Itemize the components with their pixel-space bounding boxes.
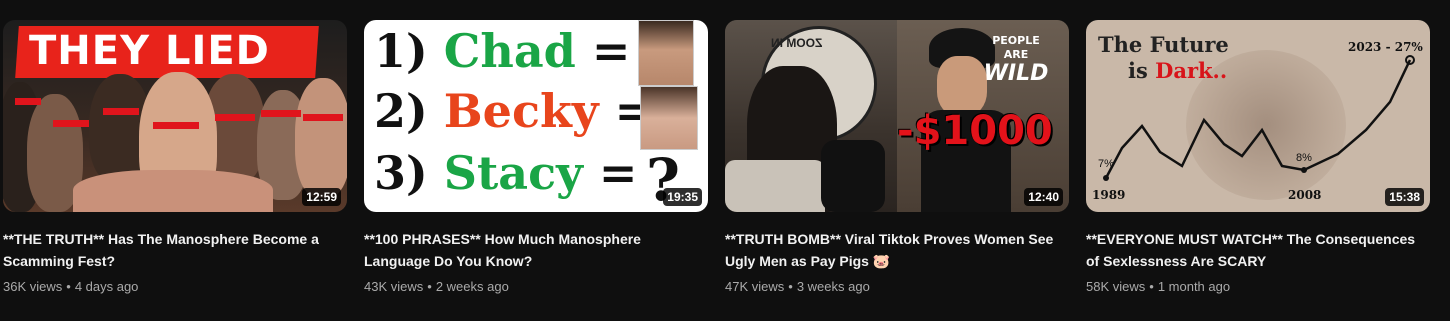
portrait-image — [638, 20, 694, 86]
thumbnail-person-face — [937, 56, 987, 116]
censor-bar — [153, 122, 199, 129]
line-word: Chad — [443, 24, 576, 78]
video-thumbnail[interactable]: 1) Chad = 2) Becky = 3) Stacy = ? 19:35 — [364, 20, 708, 212]
line-word: Stacy — [443, 146, 583, 200]
trend-line — [1104, 59, 1412, 179]
line-number: 1) — [374, 24, 428, 78]
bag — [821, 140, 885, 212]
line-word: Becky — [443, 84, 599, 138]
video-title[interactable]: **100 PHRASES** How Much Manosphere Lang… — [364, 228, 694, 272]
mid-year-label: 2008 — [1288, 188, 1322, 202]
video-thumbnail[interactable]: The Future is Dark.. 7% 1989 8% 2008 202… — [1086, 20, 1430, 212]
line-equals: = — [598, 146, 638, 200]
video-grid: THEY LIED 12:59 **THE TRUTH** Has The Ma… — [3, 20, 1450, 321]
video-card[interactable]: ZOOM IN PEOPLE ARE WILD -$1000 12:40 **T… — [725, 20, 1069, 296]
line-number: 3) — [374, 146, 428, 200]
upload-age: 2 weeks ago — [435, 279, 509, 294]
meta-separator: • — [66, 279, 71, 294]
censor-bar — [53, 120, 89, 127]
line-number: 2) — [374, 84, 428, 138]
duration-badge: 19:35 — [663, 188, 702, 206]
meta-separator: • — [427, 279, 432, 294]
censor-bar — [261, 110, 301, 117]
thumbnail-headline: THEY LIED — [29, 28, 270, 74]
view-count: 43K views — [364, 279, 424, 294]
view-count: 36K views — [3, 279, 63, 294]
badge-line-1: PEOPLE ARE — [992, 34, 1040, 61]
meta-separator: • — [1149, 279, 1154, 294]
view-count: 58K views — [1086, 279, 1146, 294]
start-percent-label: 7% — [1098, 158, 1114, 170]
thumbnail-line-3: 3) Stacy = — [374, 148, 637, 198]
couch — [725, 160, 825, 212]
mid-point — [1301, 167, 1307, 173]
thumbnail-line-1: 1) Chad = — [374, 26, 630, 76]
people-are-wild-badge: PEOPLE ARE WILD — [981, 34, 1051, 86]
thumbnail-person-body — [73, 170, 273, 212]
thumbnail-person — [295, 78, 347, 198]
video-title[interactable]: **TRUTH BOMB** Viral Tiktok Proves Women… — [725, 228, 1055, 272]
mid-percent-label: 8% — [1296, 152, 1312, 164]
amount-text: -$1000 — [897, 108, 1053, 154]
upload-age: 1 month ago — [1157, 279, 1231, 294]
thumbnail-line-2: 2) Becky = — [374, 86, 653, 136]
video-meta: 43K views • 2 weeks ago — [364, 278, 708, 296]
censor-bar — [215, 114, 255, 121]
video-card[interactable]: THEY LIED 12:59 **THE TRUTH** Has The Ma… — [3, 20, 347, 296]
video-title[interactable]: **THE TRUTH** Has The Manosphere Become … — [3, 228, 333, 272]
video-title[interactable]: **EVERYONE MUST WATCH** The Consequences… — [1086, 228, 1416, 272]
duration-badge: 15:38 — [1385, 188, 1424, 206]
video-meta: 58K views • 1 month ago — [1086, 278, 1430, 296]
duration-badge: 12:59 — [302, 188, 341, 206]
upload-age: 4 days ago — [74, 279, 139, 294]
video-thumbnail[interactable]: ZOOM IN PEOPLE ARE WILD -$1000 12:40 — [725, 20, 1069, 212]
view-count: 47K views — [725, 279, 785, 294]
upload-age: 3 weeks ago — [796, 279, 870, 294]
video-card[interactable]: The Future is Dark.. 7% 1989 8% 2008 202… — [1086, 20, 1430, 296]
duration-badge: 12:40 — [1024, 188, 1063, 206]
censor-bar — [15, 98, 41, 105]
mirror-text: ZOOM IN — [771, 36, 823, 50]
portrait-image — [640, 86, 698, 150]
video-thumbnail[interactable]: THEY LIED 12:59 — [3, 20, 347, 212]
meta-separator: • — [788, 279, 793, 294]
video-meta: 36K views • 4 days ago — [3, 278, 347, 296]
end-label: 2023 - 27% — [1348, 40, 1423, 54]
censor-bar — [303, 114, 343, 121]
line-equals: = — [591, 24, 631, 78]
video-card[interactable]: 1) Chad = 2) Becky = 3) Stacy = ? 19:35 … — [364, 20, 708, 296]
start-year-label: 1989 — [1092, 188, 1126, 202]
start-point — [1103, 175, 1109, 181]
censor-bar — [103, 108, 139, 115]
badge-line-2: WILD — [983, 61, 1049, 86]
video-meta: 47K views • 3 weeks ago — [725, 278, 1069, 296]
